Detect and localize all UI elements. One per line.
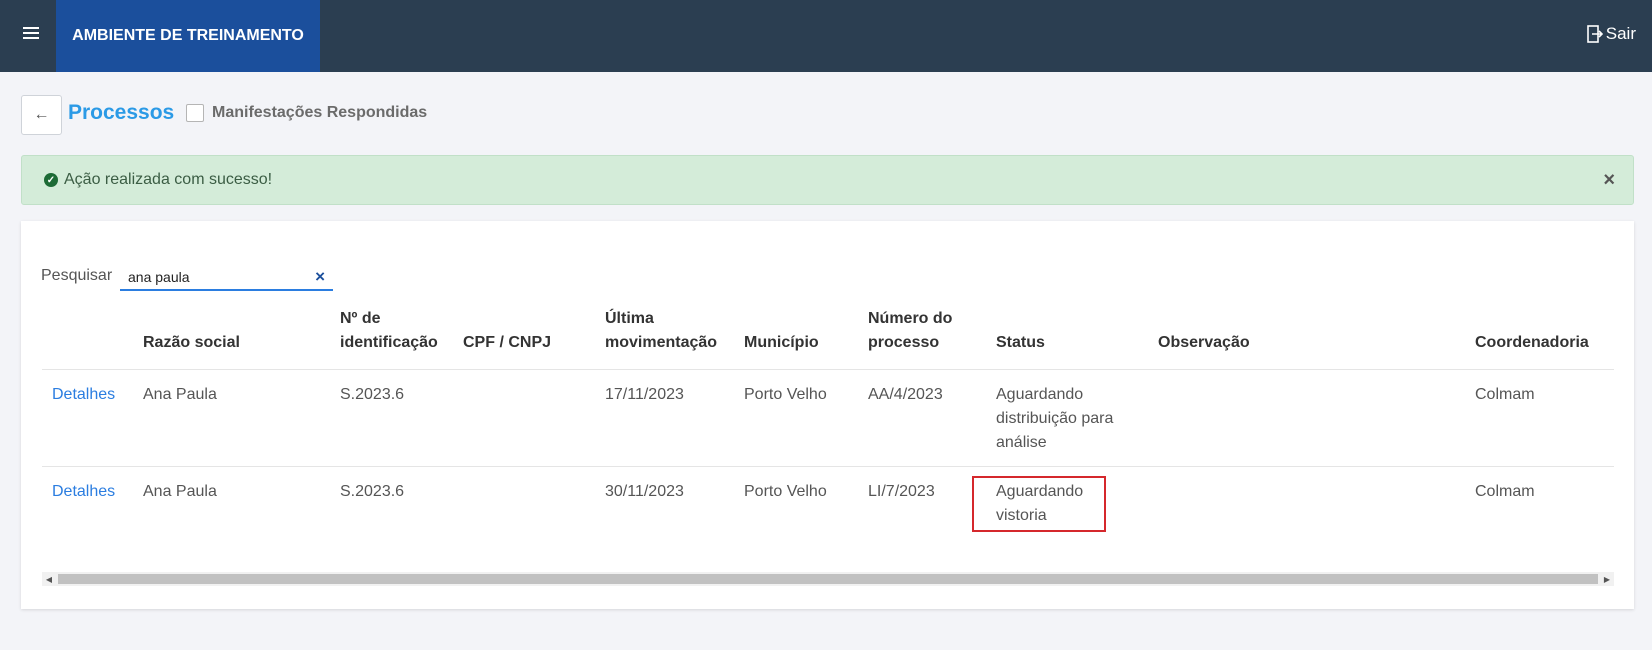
- cell-municipio: Porto Velho: [744, 483, 827, 500]
- header-municipio[interactable]: Município: [734, 299, 858, 370]
- back-button[interactable]: ←: [21, 95, 62, 135]
- check-circle-icon: ✓: [44, 173, 58, 187]
- logout-icon: [1586, 25, 1603, 43]
- cell-identificacao: S.2023.6: [330, 369, 453, 467]
- header-status[interactable]: Status: [986, 299, 1148, 370]
- arrow-left-icon: ←: [33, 106, 50, 123]
- cell-numero-processo: LI/7/2023: [868, 483, 935, 500]
- environment-label: AMBIENTE DE TREINAMENTO: [56, 0, 320, 72]
- search-label: Pesquisar: [41, 267, 113, 284]
- horizontal-scrollbar[interactable]: ◀ ▶: [42, 572, 1614, 586]
- search-input[interactable]: [128, 269, 298, 285]
- cell-status: Aguardando distribuição para análise: [986, 369, 1148, 467]
- table-header-row: Razão social Nº de identificação CPF / C…: [42, 299, 1614, 370]
- cell-razao-social: Ana Paula: [143, 483, 217, 500]
- responded-checkbox-label[interactable]: Manifestações Respondidas: [212, 104, 427, 122]
- status-highlight: Aguardando vistoria: [972, 476, 1106, 532]
- header-identificacao[interactable]: Nº de identificação: [330, 299, 453, 370]
- top-bar: AMBIENTE DE TREINAMENTO Sair: [0, 0, 1652, 72]
- responded-filter: Manifestações Respondidas: [186, 104, 427, 122]
- cell-cpf-cnpj: [453, 467, 595, 551]
- cell-coordenadoria: Colmam: [1475, 483, 1535, 500]
- header-coordenadoria[interactable]: Coordenadoria: [1465, 299, 1614, 370]
- scroll-left-icon[interactable]: ◀: [42, 572, 56, 586]
- scroll-right-icon[interactable]: ▶: [1600, 572, 1614, 586]
- cell-ultima-movimentacao: 30/11/2023: [605, 483, 684, 500]
- cell-observacao: [1148, 467, 1465, 551]
- header-numero-processo[interactable]: Número do processo: [858, 299, 986, 370]
- cell-cpf-cnpj: [453, 369, 595, 467]
- responded-checkbox[interactable]: [186, 104, 204, 122]
- header-cpf-cnpj[interactable]: CPF / CNPJ: [453, 299, 595, 370]
- cell-status: Aguardando vistoria: [972, 467, 1148, 551]
- logout-label: Sair: [1605, 24, 1636, 43]
- cell-razao-social: Ana Paula: [133, 369, 330, 467]
- logout-button[interactable]: Sair: [1586, 24, 1636, 44]
- clear-search-icon[interactable]: ×: [315, 267, 325, 287]
- cell-municipio: Porto Velho: [734, 369, 858, 467]
- header-observacao[interactable]: Observação: [1148, 299, 1465, 370]
- process-table: Razão social Nº de identificação CPF / C…: [42, 299, 1614, 551]
- cell-ultima-movimentacao: 17/11/2023: [595, 369, 734, 467]
- process-card: Pesquisar × Razão social Nº de identific…: [21, 221, 1634, 609]
- cell-coordenadoria: Colmam: [1465, 369, 1614, 467]
- cell-observacao: [1148, 369, 1465, 467]
- details-link[interactable]: Detalhes: [42, 467, 133, 551]
- header-action: [42, 299, 133, 370]
- header-razao-social[interactable]: Razão social: [133, 299, 330, 370]
- menu-icon[interactable]: [20, 24, 42, 46]
- search-field[interactable]: ×: [120, 263, 333, 291]
- details-link[interactable]: Detalhes: [42, 369, 133, 467]
- scrollbar-thumb[interactable]: [58, 574, 1598, 584]
- table-row: Detalhes Ana Paula S.2023.6 17/11/2023 P…: [42, 369, 1614, 467]
- page-title: Processos: [68, 101, 175, 124]
- cell-numero-processo: AA/4/2023: [858, 369, 986, 467]
- table-row: Detalhes Ana Paula S.2023.6 30/11/2023 P…: [42, 467, 1614, 551]
- alert-message: Ação realizada com sucesso!: [64, 171, 273, 188]
- close-icon[interactable]: ×: [1603, 169, 1615, 192]
- cell-identificacao: S.2023.6: [340, 483, 405, 500]
- success-alert: ✓ Ação realizada com sucesso! ×: [21, 155, 1634, 205]
- header-ultima-movimentacao[interactable]: Última movimentação: [595, 299, 734, 370]
